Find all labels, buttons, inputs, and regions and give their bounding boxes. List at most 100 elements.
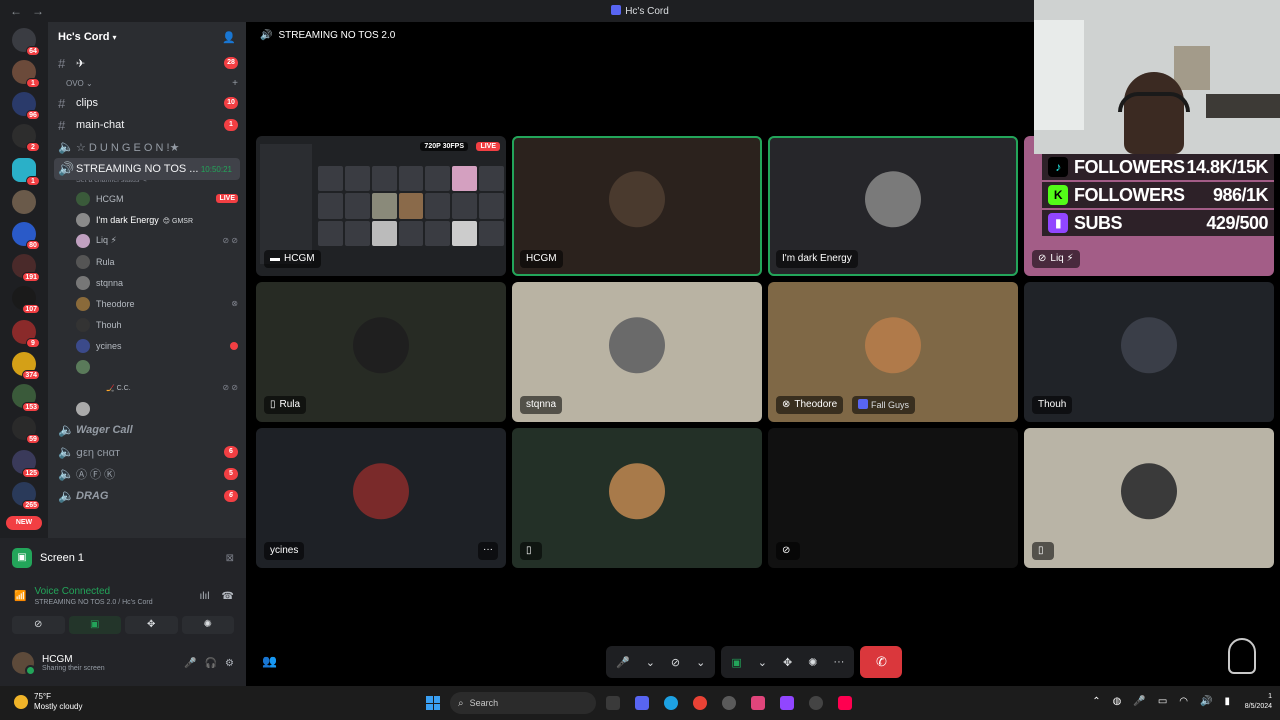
- voice-user[interactable]: HCGM LIVE: [48, 188, 246, 209]
- screen-share-row[interactable]: ▣ Screen 1 ⊠: [12, 548, 234, 568]
- server-icon[interactable]: 153: [12, 384, 40, 412]
- server-icon[interactable]: 80: [12, 222, 40, 250]
- voice-user[interactable]: Theodore ⊗: [48, 293, 246, 314]
- participant-tile[interactable]: ▯: [512, 428, 762, 568]
- voice-user[interactable]: 🏒 C.C. ⊘ ⊘: [48, 377, 246, 398]
- taskbar-search[interactable]: ⌕ Search: [450, 692, 596, 714]
- voice-user[interactable]: Thouh: [48, 314, 246, 335]
- server-icon[interactable]: 96: [12, 92, 40, 120]
- voice-channel-active[interactable]: 🔊 STREAMING NO TOS ... 10:50:21: [54, 158, 240, 180]
- discord-home-icon[interactable]: 64: [12, 28, 40, 56]
- disconnect-icon[interactable]: ☎: [222, 591, 234, 602]
- obs-icon[interactable]: [809, 696, 823, 710]
- camera-off-button[interactable]: ⊘: [12, 616, 65, 634]
- soundboard-button[interactable]: ✺: [181, 616, 234, 634]
- edge-icon[interactable]: [664, 696, 678, 710]
- soundboard-icon[interactable]: ✺: [808, 656, 817, 669]
- add-people-icon[interactable]: 👥: [262, 654, 277, 668]
- participant-tile[interactable]: ▯ Rula: [256, 282, 506, 422]
- channel-item[interactable]: # ✈ 28: [48, 52, 246, 74]
- camera-off-icon[interactable]: ⊘: [671, 656, 680, 669]
- voice-user[interactable]: Liq ⚡ ⊘ ⊘: [48, 230, 246, 251]
- voice-channel-wager-call[interactable]: 🔈 Wager Call: [48, 419, 246, 441]
- twitch-app-icon[interactable]: [780, 696, 794, 710]
- kick-icon: K: [1048, 185, 1068, 205]
- battery-icon[interactable]: ▮: [1224, 696, 1230, 707]
- server-icon[interactable]: 265: [12, 482, 40, 510]
- server-icon[interactable]: 9: [12, 320, 40, 348]
- server-icon[interactable]: 2: [12, 124, 40, 152]
- microphone-icon[interactable]: 🎤: [1133, 696, 1145, 707]
- voice-user[interactable]: I'm dark Energy 😊 GMSR: [48, 209, 246, 230]
- create-channel-icon[interactable]: +: [232, 78, 238, 89]
- chevron-down-icon[interactable]: ⌄: [696, 656, 705, 669]
- chrome-icon[interactable]: [693, 696, 707, 710]
- display-icon[interactable]: ▭: [1158, 696, 1167, 707]
- user-info[interactable]: HCGM Sharing their screen: [42, 654, 176, 672]
- weather-widget[interactable]: 75°F Mostly cloudy: [14, 692, 82, 712]
- activities-button[interactable]: ✥: [125, 616, 178, 634]
- gear-icon[interactable]: ⚙: [225, 658, 234, 669]
- activities-icon[interactable]: ✥: [783, 656, 792, 669]
- screen-share-icon[interactable]: ▣: [731, 656, 741, 669]
- noise-suppression-icon[interactable]: ılıl: [200, 591, 210, 602]
- voice-channel-gen-chat[interactable]: 🔈 ցεη ϲнαт 6: [48, 441, 246, 463]
- chevron-up-icon[interactable]: ⌃: [1092, 696, 1100, 707]
- server-icon[interactable]: 1: [12, 60, 40, 88]
- network-icon[interactable]: ◍: [1113, 696, 1122, 707]
- channel-item-main-chat[interactable]: # main-chat 1: [48, 114, 246, 136]
- wifi-icon[interactable]: ◠: [1179, 696, 1188, 707]
- voice-channel-drag[interactable]: 🔈 DRAG 6: [48, 485, 246, 507]
- participant-tile[interactable]: ⊘: [768, 428, 1018, 568]
- chevron-down-icon[interactable]: ⌄: [646, 656, 655, 669]
- invite-people-icon[interactable]: 👤: [222, 31, 236, 44]
- server-icon[interactable]: 374: [12, 352, 40, 380]
- voice-user[interactable]: stqnna: [48, 272, 246, 293]
- more-options-icon[interactable]: ···: [478, 542, 498, 560]
- headphones-icon[interactable]: 🎧: [205, 658, 217, 669]
- server-icon[interactable]: 1: [12, 158, 40, 186]
- media-player-icon[interactable]: [722, 696, 736, 710]
- voice-user[interactable]: ycines: [48, 335, 246, 356]
- channel-item-clips[interactable]: # clips 10: [48, 92, 246, 114]
- voice-channel-afk[interactable]: 🔈 Ⓐ Ⓕ Ⓚ 5: [48, 463, 246, 485]
- voice-user[interactable]: [48, 398, 246, 419]
- server-badge: 1: [26, 78, 40, 88]
- participant-tile[interactable]: ▯: [1024, 428, 1274, 568]
- participant-tile[interactable]: ycines ···: [256, 428, 506, 568]
- voice-info[interactable]: Voice Connected STREAMING NO TOS 2.0 / H…: [34, 586, 187, 606]
- guild-header[interactable]: Hc's Cord ▾ 👤: [48, 22, 246, 52]
- microphone-icon[interactable]: 🎤: [616, 656, 630, 669]
- voice-user[interactable]: Rula: [48, 251, 246, 272]
- more-options-icon[interactable]: ···: [833, 656, 844, 668]
- participant-tile[interactable]: HCGM: [512, 136, 762, 276]
- new-servers-pill[interactable]: NEW: [6, 516, 42, 530]
- discord-icon[interactable]: [635, 696, 649, 710]
- server-badge: 96: [26, 110, 40, 120]
- voice-user[interactable]: [48, 356, 246, 377]
- windows-start-icon[interactable]: [426, 696, 440, 710]
- server-icon[interactable]: 125: [12, 450, 40, 478]
- avatar[interactable]: [12, 652, 36, 676]
- app-icon[interactable]: [751, 696, 765, 710]
- server-icon[interactable]: [12, 190, 36, 214]
- clock[interactable]: 1 8/5/2024: [1245, 692, 1272, 712]
- screen-share-button[interactable]: ▣: [68, 616, 121, 634]
- stream-tile[interactable]: 720P 30FPS LIVE ▬ HCGM: [256, 136, 506, 276]
- server-icon[interactable]: 59: [12, 416, 40, 444]
- voice-channel-dungeon[interactable]: 🔈 ☆ D U N G E O N !★: [48, 136, 246, 158]
- participant-tile[interactable]: stqnna: [512, 282, 762, 422]
- server-icon[interactable]: 191: [12, 254, 40, 282]
- microphone-icon[interactable]: 🎤: [184, 658, 196, 669]
- stop-share-icon[interactable]: ⊠: [226, 553, 234, 564]
- category-header[interactable]: OVO ⌄ +: [48, 74, 246, 92]
- file-explorer-icon[interactable]: [606, 696, 620, 710]
- tiktok-app-icon[interactable]: [838, 696, 852, 710]
- chevron-down-icon[interactable]: ⌄: [758, 656, 767, 669]
- disconnect-button[interactable]: ✆: [860, 646, 903, 678]
- participant-tile[interactable]: Thouh: [1024, 282, 1274, 422]
- server-icon[interactable]: 107: [12, 286, 40, 314]
- participant-tile[interactable]: ⊗ Theodore Fall Guys: [768, 282, 1018, 422]
- volume-icon[interactable]: 🔊: [1200, 696, 1212, 707]
- participant-tile[interactable]: I'm dark Energy: [768, 136, 1018, 276]
